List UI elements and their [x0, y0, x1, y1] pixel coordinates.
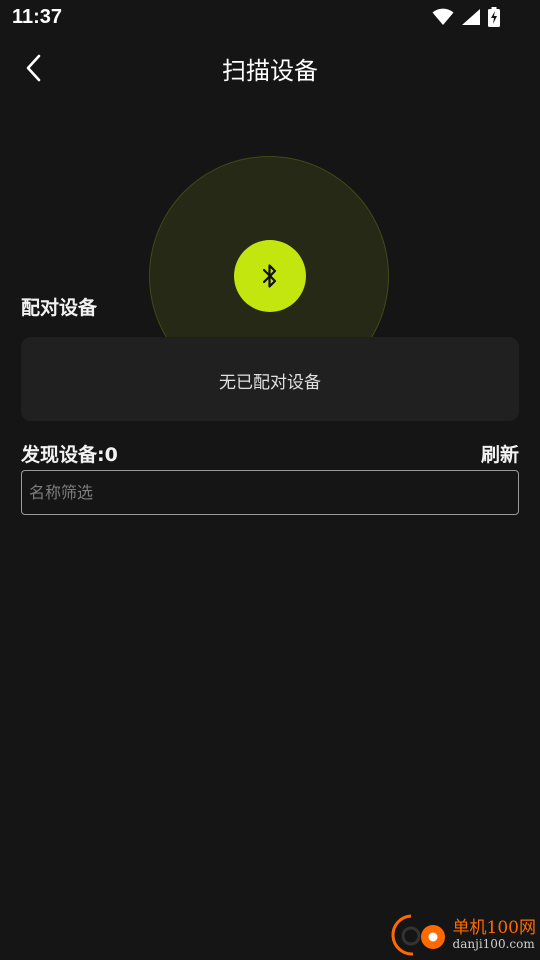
- paired-empty-text: 无已配对设备: [219, 373, 321, 393]
- status-icons: [432, 7, 500, 27]
- signal-icon: [462, 9, 480, 25]
- watermark-title: 单机100网: [452, 917, 536, 938]
- wifi-icon: [432, 8, 454, 25]
- watermark: 单机100网 danji100.com: [389, 912, 536, 958]
- name-filter-input[interactable]: [21, 470, 519, 515]
- battery-charging-icon: [488, 7, 500, 27]
- status-time: 11:37: [12, 6, 63, 28]
- page-title: 扫描设备: [222, 57, 318, 85]
- bluetooth-icon: [262, 264, 277, 288]
- watermark-url: danji100.com: [452, 936, 535, 951]
- paired-devices-label: 配对设备: [21, 297, 98, 319]
- refresh-button[interactable]: 刷新: [481, 440, 519, 467]
- scan-button[interactable]: [234, 240, 306, 312]
- status-bar: 11:37: [0, 0, 540, 36]
- discovered-devices-label: 发现设备:0: [21, 444, 118, 466]
- top-app-bar: 扫描设备: [0, 36, 540, 100]
- watermark-logo: [391, 914, 445, 956]
